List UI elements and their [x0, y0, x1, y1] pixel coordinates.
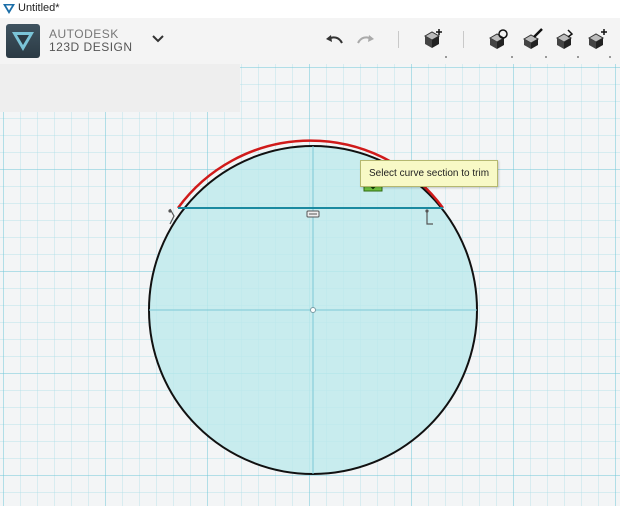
logo-icon [12, 32, 34, 51]
window-title: Untitled* [18, 2, 60, 14]
submenu-indicator [577, 56, 579, 58]
trim-tooltip: Select curve section to trim [360, 160, 499, 187]
toolbar: AUTODESK 123D DESIGN [0, 18, 620, 65]
toolbar-separator [463, 31, 464, 48]
redo-button[interactable] [353, 26, 379, 52]
center-point[interactable] [310, 307, 316, 313]
construct-icon [522, 28, 543, 49]
app-icon [3, 4, 15, 14]
brand-company: AUTODESK [49, 27, 119, 41]
design-viewport[interactable] [0, 64, 620, 506]
submenu-indicator [445, 56, 447, 58]
modify-button[interactable] [552, 26, 578, 52]
pattern-icon [587, 29, 607, 49]
undo-button[interactable] [321, 26, 347, 52]
pattern-button[interactable] [585, 26, 611, 52]
modify-icon [555, 29, 574, 49]
app-logo[interactable] [6, 24, 40, 58]
sketch-icon [488, 29, 508, 49]
sketch-button[interactable] [486, 26, 512, 52]
title-bar: Untitled* [0, 0, 620, 18]
primitive-box-button[interactable] [420, 26, 446, 52]
submenu-indicator [511, 56, 513, 58]
main-menu-button[interactable] [145, 26, 171, 52]
undo-icon [326, 35, 343, 44]
primitive-box-icon [423, 29, 442, 48]
construct-button[interactable] [520, 26, 546, 52]
redo-icon [357, 35, 374, 44]
brand-product: 123D DESIGN [49, 40, 133, 54]
chevron-down-icon [152, 35, 164, 43]
submenu-indicator [609, 56, 611, 58]
toolbar-separator [398, 31, 399, 48]
submenu-indicator [545, 56, 547, 58]
